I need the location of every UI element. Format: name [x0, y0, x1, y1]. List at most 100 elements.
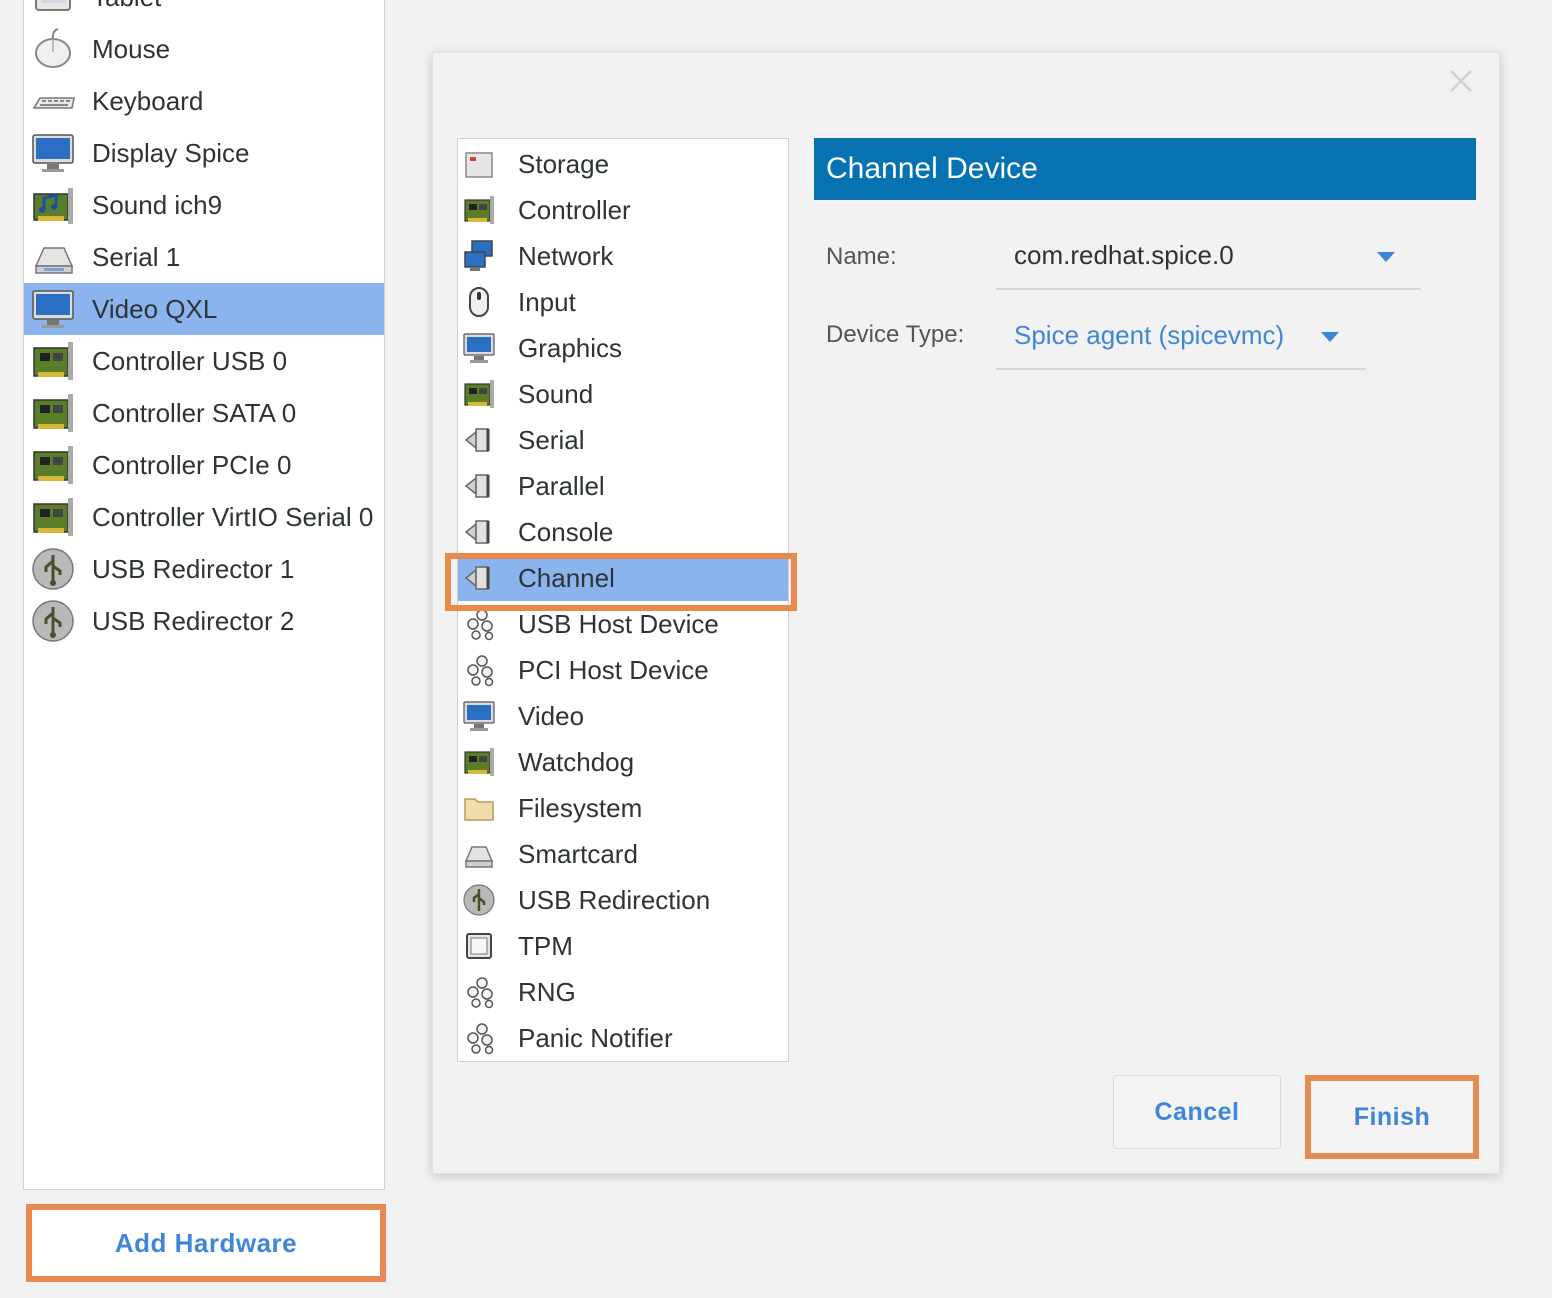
controller-card-icon — [33, 446, 73, 484]
cancel-button[interactable]: Cancel — [1113, 1075, 1281, 1149]
category-label: USB Host Device — [518, 608, 719, 639]
hardware-item-keyboard[interactable]: Keyboard — [24, 75, 384, 127]
category-usb-redirection[interactable]: USB Redirection — [458, 877, 788, 923]
mouse-icon — [35, 28, 71, 68]
category-rng[interactable]: RNG — [458, 969, 788, 1015]
hardware-item-sound[interactable]: Sound ich9 — [24, 179, 384, 231]
category-label: Panic Notifier — [518, 1022, 673, 1053]
category-parallel[interactable]: Parallel — [458, 463, 788, 509]
hardware-item-usb-redirector-1[interactable]: USB Redirector 1 — [24, 543, 384, 595]
add-hardware-label: Add Hardware — [114, 1227, 298, 1258]
category-label: Input — [518, 286, 576, 317]
usb-icon — [463, 884, 495, 916]
category-label: Video — [518, 700, 585, 731]
device-type-value: Spice agent (spicevmc) — [1014, 320, 1285, 350]
category-label: USB Redirection — [518, 884, 711, 915]
category-tpm[interactable]: TPM — [458, 923, 788, 969]
storage-icon — [465, 152, 493, 178]
name-label: Name: — [826, 243, 897, 270]
controller-card-icon — [33, 394, 73, 432]
detail-title: Channel Device — [814, 138, 1476, 200]
device-type-label: Device Type: — [826, 321, 965, 348]
monitor-icon — [463, 701, 495, 731]
sound-card-icon — [464, 380, 494, 408]
category-graphics[interactable]: Graphics — [458, 325, 788, 371]
category-usb-host-device[interactable]: USB Host Device — [458, 601, 788, 647]
category-storage[interactable]: Storage — [458, 141, 788, 187]
hardware-item-label: Controller USB 0 — [92, 345, 288, 376]
hardware-list: Tablet Mouse Keyboard Display Spice Soun… — [23, 0, 385, 1190]
category-label: TPM — [518, 930, 573, 961]
category-video[interactable]: Video — [458, 693, 788, 739]
chevron-down-icon[interactable] — [1377, 252, 1395, 262]
category-console[interactable]: Console — [458, 509, 788, 555]
hardware-item-label: Serial 1 — [92, 241, 181, 272]
hardware-item-display-spice[interactable]: Display Spice — [24, 127, 384, 179]
name-value: com.redhat.spice.0 — [1014, 240, 1234, 270]
category-network[interactable]: Network — [458, 233, 788, 279]
watchdog-card-icon — [464, 748, 494, 776]
controller-card-icon — [33, 342, 73, 380]
usb-icon — [32, 548, 74, 590]
hardware-item-controller-pcie[interactable]: Controller PCIe 0 — [24, 439, 384, 491]
hardware-item-controller-usb[interactable]: Controller USB 0 — [24, 335, 384, 387]
hardware-item-controller-sata[interactable]: Controller SATA 0 — [24, 387, 384, 439]
device-category-list: Storage Controller Network Input Graphic… — [457, 138, 789, 1062]
category-channel[interactable]: Channel — [458, 555, 788, 601]
keyboard-icon — [32, 97, 75, 109]
category-pci-host-device[interactable]: PCI Host Device — [458, 647, 788, 693]
usb-host-icon — [467, 609, 494, 641]
hardware-item-label: Controller VirtIO Serial 0 — [92, 501, 374, 532]
channel-port-icon — [464, 566, 490, 590]
category-label: Controller — [518, 194, 631, 225]
hardware-item-serial[interactable]: Serial 1 — [24, 231, 384, 283]
category-label: Smartcard — [518, 838, 638, 869]
category-label: Watchdog — [518, 746, 635, 777]
network-icon — [464, 240, 493, 271]
hardware-item-label: Mouse — [92, 33, 171, 64]
serial-port-icon — [464, 428, 490, 452]
category-smartcard[interactable]: Smartcard — [458, 831, 788, 877]
category-panic-notifier[interactable]: Panic Notifier — [458, 1015, 788, 1061]
chevron-down-icon[interactable] — [1321, 332, 1339, 342]
category-filesystem[interactable]: Filesystem — [458, 785, 788, 831]
rng-icon — [467, 977, 494, 1009]
hardware-item-tablet[interactable]: Tablet — [24, 0, 384, 23]
pci-host-icon — [467, 655, 494, 687]
category-input[interactable]: Input — [458, 279, 788, 325]
category-label: Storage — [518, 148, 610, 179]
add-hardware-button[interactable]: Add Hardware — [26, 1204, 386, 1282]
category-label: PCI Host Device — [518, 654, 709, 685]
category-label: Sound — [518, 378, 594, 409]
category-watchdog[interactable]: Watchdog — [458, 739, 788, 785]
category-label: Serial — [518, 424, 585, 455]
hardware-item-usb-redirector-2[interactable]: USB Redirector 2 — [24, 595, 384, 647]
name-combo[interactable]: com.redhat.spice.0 — [996, 232, 1421, 290]
display-icon — [32, 134, 74, 172]
finish-button[interactable]: Finish — [1305, 1075, 1479, 1159]
hardware-item-label: USB Redirector 1 — [92, 553, 295, 584]
controller-card-icon — [33, 498, 73, 536]
hardware-item-label: Video QXL — [92, 293, 218, 324]
usb-icon — [32, 600, 74, 642]
parallel-port-icon — [464, 474, 490, 498]
category-label: Channel — [518, 562, 615, 593]
category-label: Network — [518, 240, 614, 271]
hardware-item-video-qxl[interactable]: Video QXL — [24, 283, 384, 335]
category-label: Console — [518, 516, 614, 547]
hardware-item-controller-virtio-serial[interactable]: Controller VirtIO Serial 0 — [24, 491, 384, 543]
category-sound[interactable]: Sound — [458, 371, 788, 417]
hardware-item-mouse[interactable]: Mouse — [24, 23, 384, 75]
hardware-item-label: Sound ich9 — [92, 189, 223, 220]
hardware-item-label: Controller PCIe 0 — [92, 449, 292, 480]
device-type-combo[interactable]: Spice agent (spicevmc) — [996, 312, 1366, 370]
monitor-icon — [32, 290, 74, 328]
sound-card-icon — [33, 188, 73, 224]
close-icon[interactable] — [1448, 68, 1474, 94]
hardware-item-label: USB Redirector 2 — [92, 605, 295, 636]
category-controller[interactable]: Controller — [458, 187, 788, 233]
chip-icon — [466, 933, 492, 959]
category-label: RNG — [518, 976, 576, 1007]
serial-icon — [34, 247, 74, 274]
category-serial[interactable]: Serial — [458, 417, 788, 463]
